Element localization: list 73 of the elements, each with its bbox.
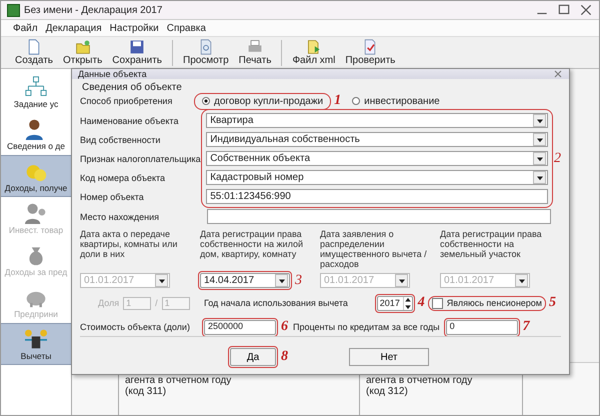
date-label: Дата регистрации права собственности на жилой дом, квартиру, комнату bbox=[200, 229, 304, 261]
sidebar-item[interactable]: Доходы, получе bbox=[1, 155, 71, 197]
spinner-arrows-icon bbox=[402, 296, 412, 310]
calculator-icon bbox=[23, 328, 49, 350]
dropdown[interactable]: Квартира bbox=[206, 113, 548, 128]
annotation-number: 7 bbox=[522, 320, 530, 334]
document-icon bbox=[26, 39, 42, 55]
dialog-button[interactable]: Да bbox=[230, 348, 276, 366]
menu-item[interactable]: Файл bbox=[13, 22, 38, 34]
text-field[interactable] bbox=[207, 209, 551, 224]
annotation-number: 2 bbox=[554, 152, 561, 166]
cost-field[interactable]: 2500000 bbox=[204, 320, 276, 334]
annotation-number: 5 bbox=[549, 296, 556, 310]
printer-icon bbox=[247, 39, 264, 55]
menu-item[interactable]: Справка bbox=[166, 22, 206, 34]
field-label: Место нахождения bbox=[80, 212, 160, 222]
share-label: Доля bbox=[98, 298, 120, 308]
toolbar-button[interactable]: Просмотр bbox=[179, 39, 233, 66]
maximize-icon[interactable] bbox=[557, 4, 571, 16]
radio-option[interactable]: договор купли-продажи bbox=[196, 94, 330, 108]
cell-text: агента в отчетном году bbox=[125, 375, 232, 386]
dropdown[interactable]: Кадастровый номер bbox=[206, 170, 548, 185]
toolbar-button[interactable]: Файл xml bbox=[288, 39, 340, 66]
dropdown[interactable]: Собственник объекта bbox=[206, 151, 548, 166]
window-title: Без имени - Декларация 2017 bbox=[24, 4, 162, 16]
tree-diagram-icon bbox=[23, 76, 49, 98]
cell-text: агента в отчетном году bbox=[366, 375, 474, 386]
app-logo-icon bbox=[7, 4, 20, 16]
menu-item[interactable]: Декларация bbox=[46, 22, 102, 34]
dialog-title: Данные объекта bbox=[78, 69, 147, 79]
annotation-number: 8 bbox=[281, 350, 288, 364]
date-picker[interactable]: 14.04.2017 bbox=[200, 273, 290, 288]
toolbar-button[interactable]: Сохранить bbox=[108, 39, 166, 66]
xml-file-icon bbox=[306, 39, 322, 55]
field-label: Номер объекта bbox=[80, 190, 145, 204]
field-label: Проценты по кредитам за все годы bbox=[293, 322, 440, 332]
pensioner-checkbox[interactable]: Являюсь пенсионером bbox=[430, 298, 544, 308]
field-label: Код номера объекта bbox=[80, 172, 166, 185]
field-label: Способ приобретения bbox=[80, 96, 174, 106]
toolbar-button[interactable]: Открыть bbox=[59, 39, 106, 66]
group-title: Сведения об объекте bbox=[82, 82, 183, 93]
interest-field[interactable]: 0 bbox=[446, 320, 518, 334]
sidebar-item[interactable]: Задание ус bbox=[1, 71, 71, 113]
field-label: Вид собственности bbox=[80, 134, 162, 147]
menu-item[interactable]: Настройки bbox=[110, 22, 159, 34]
sidebar-item[interactable]: Сведения о де bbox=[1, 113, 71, 155]
field-label: Год начала использования вычета bbox=[204, 298, 349, 308]
toolbar-button[interactable]: Проверить bbox=[341, 39, 400, 66]
folder-icon bbox=[74, 39, 91, 55]
year-spinner[interactable]: 2017 bbox=[376, 296, 413, 310]
toolbar-button[interactable]: Печать bbox=[234, 39, 276, 66]
date-label: Дата акта о передаче квартиры, комнаты или доли в них bbox=[80, 229, 178, 261]
cell-text: (код 311) bbox=[125, 386, 168, 397]
date-label: Дата заявления о распределении имущественного вычета / расходов bbox=[320, 229, 428, 269]
close-icon[interactable] bbox=[553, 69, 563, 79]
toolbar-button[interactable]: Создать bbox=[11, 39, 58, 66]
radio-option[interactable]: инвестирование bbox=[346, 94, 446, 108]
annotation-number: 4 bbox=[418, 296, 425, 310]
dialog-button[interactable]: Нет bbox=[349, 348, 429, 366]
field-label: Стоимость объекта (доли) bbox=[80, 322, 191, 332]
text-field[interactable]: 55:01:123456:990 bbox=[206, 189, 548, 204]
close-icon[interactable] bbox=[579, 4, 593, 16]
floppy-icon bbox=[129, 39, 146, 55]
annotation-number: 6 bbox=[281, 320, 288, 334]
sidebar-item[interactable]: Вычеты bbox=[1, 323, 71, 365]
dropdown[interactable]: Индивидуальная собственность bbox=[206, 132, 548, 147]
field-label: Признак налогоплательщика bbox=[80, 152, 202, 166]
cell-text: (код 312) bbox=[366, 386, 409, 397]
annotation-number: 1 bbox=[334, 94, 342, 108]
field-label: Наименование объекта bbox=[80, 114, 180, 128]
slash-text: / bbox=[155, 298, 158, 308]
annotation-number: 3 bbox=[295, 274, 302, 288]
date-label: Дата регистрации права собственности на земельный участок bbox=[440, 229, 543, 261]
